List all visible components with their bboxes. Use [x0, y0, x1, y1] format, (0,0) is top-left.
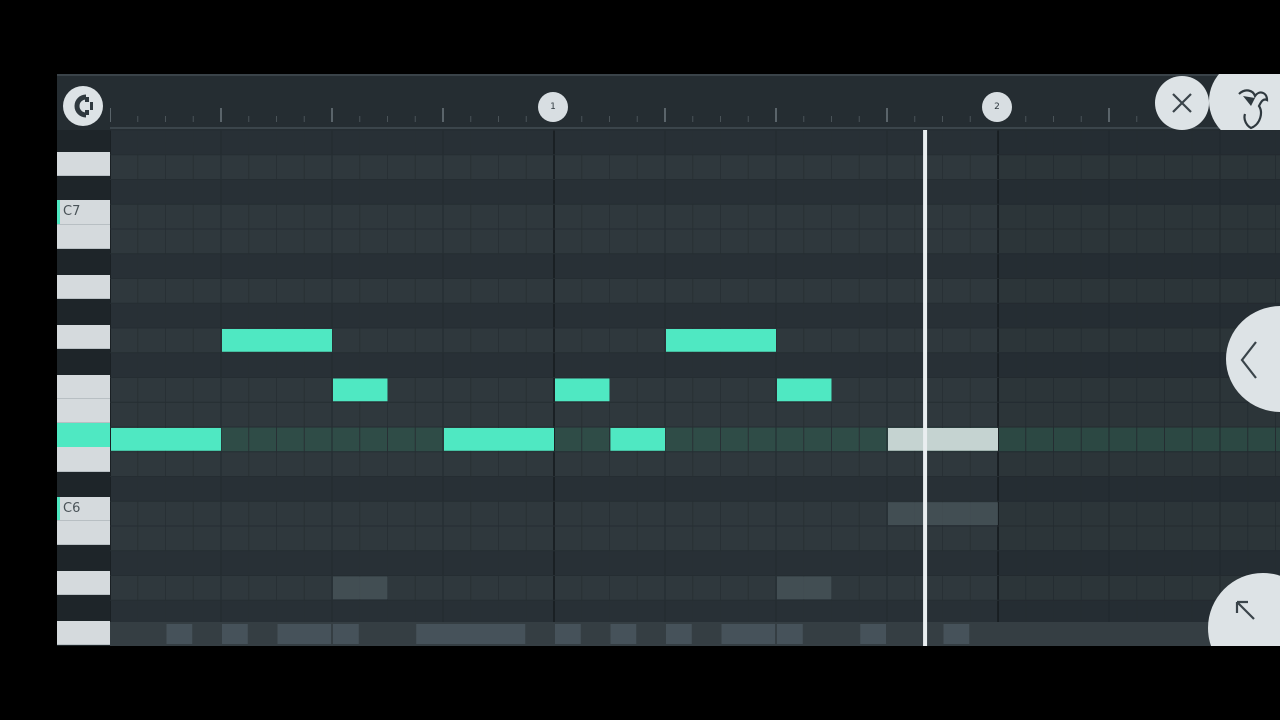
- piano-key[interactable]: [57, 447, 110, 472]
- strip-block: [943, 624, 970, 644]
- selected-note[interactable]: [888, 428, 998, 451]
- close-icon: [1171, 92, 1193, 114]
- note[interactable]: [777, 378, 832, 402]
- playhead[interactable]: [923, 130, 928, 646]
- magnet-snap-icon: [70, 93, 96, 119]
- close-button[interactable]: [1155, 76, 1209, 130]
- piano-key[interactable]: [57, 275, 110, 299]
- piano-key[interactable]: [57, 152, 110, 176]
- piano-key[interactable]: [57, 621, 110, 645]
- note[interactable]: [444, 428, 554, 451]
- piano-key[interactable]: [57, 399, 110, 423]
- strip-block: [666, 624, 692, 644]
- note[interactable]: [111, 428, 221, 451]
- strip-block: [721, 624, 775, 644]
- chevron-left-icon: [1239, 340, 1259, 380]
- piano-key[interactable]: C7: [57, 200, 110, 225]
- grid-canvas[interactable]: [110, 130, 1280, 646]
- strip-block: [166, 624, 193, 644]
- piano-key[interactable]: [57, 299, 110, 325]
- key-accent: [57, 497, 60, 520]
- bar-marker-2[interactable]: 2: [982, 92, 1012, 122]
- ruler-ticks: [109, 76, 1280, 132]
- note[interactable]: [333, 378, 388, 402]
- note[interactable]: [666, 329, 776, 352]
- strip-block: [860, 624, 886, 644]
- strip-block: [555, 624, 581, 644]
- piano-key[interactable]: [57, 423, 110, 447]
- key-label: C6: [63, 501, 81, 516]
- note[interactable]: [222, 329, 332, 352]
- key-accent: [57, 200, 60, 224]
- piano-key[interactable]: [57, 130, 110, 152]
- piano-key[interactable]: [57, 521, 110, 545]
- note[interactable]: [610, 428, 666, 451]
- piano-key[interactable]: [57, 571, 110, 595]
- piano-key[interactable]: [57, 375, 110, 399]
- note-grid[interactable]: [110, 130, 1280, 646]
- magnet-snap-button[interactable]: [63, 86, 103, 126]
- piano-key[interactable]: [57, 176, 110, 200]
- piano-key[interactable]: [57, 349, 110, 375]
- piano-key[interactable]: [57, 595, 110, 621]
- piano-key[interactable]: [57, 225, 110, 249]
- timeline-ruler[interactable]: 1 2: [57, 74, 1280, 146]
- ghost-note: [888, 502, 998, 525]
- piano-key[interactable]: [57, 325, 110, 349]
- strip-block: [222, 624, 248, 644]
- piano-roll-window: 1 2 C7 C6: [57, 74, 1280, 646]
- arrow-up-left-icon: [1234, 599, 1258, 623]
- bar-marker-1[interactable]: 1: [538, 92, 568, 122]
- ghost-note: [777, 576, 832, 600]
- piano-key[interactable]: C6: [57, 497, 110, 521]
- strip-block: [416, 624, 526, 644]
- strip-block: [777, 624, 803, 644]
- piano-key[interactable]: [57, 472, 110, 497]
- ghost-note: [333, 576, 388, 600]
- piano-key[interactable]: [57, 249, 110, 275]
- strip-block: [610, 624, 637, 644]
- note[interactable]: [555, 378, 610, 402]
- strip-block: [333, 624, 359, 644]
- strip-block: [277, 624, 331, 644]
- piano-keys[interactable]: C7 C6: [57, 130, 110, 646]
- fruit-logo-icon: [1233, 86, 1273, 136]
- key-label: C7: [63, 204, 81, 219]
- piano-key[interactable]: [57, 545, 110, 571]
